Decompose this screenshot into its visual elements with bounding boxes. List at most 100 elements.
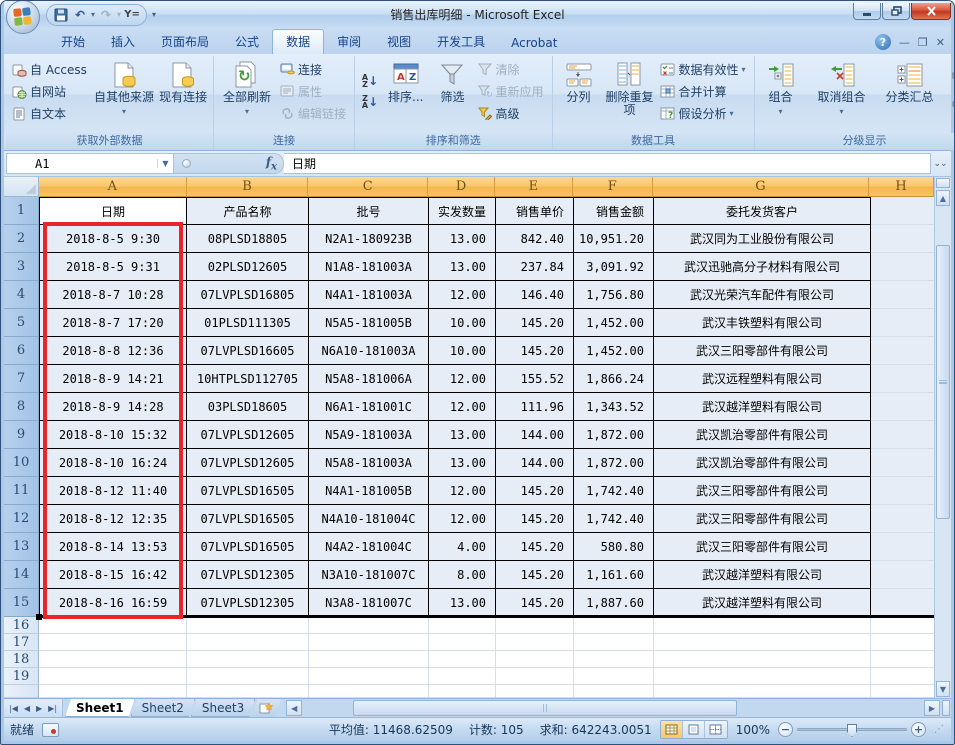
cell-C15[interactable]: N3A8-181007C (309, 589, 429, 617)
cell-A18[interactable] (39, 651, 187, 668)
ribbon-tab-插入[interactable]: 插入 (98, 30, 148, 54)
cell-E19[interactable] (496, 668, 574, 685)
cell-G10[interactable]: 武汉凯治零部件有限公司 (654, 449, 871, 477)
advanced-filter-button[interactable]: 高级 (476, 103, 547, 124)
cell-A2[interactable]: 2018-8-5 9:30 (39, 225, 187, 253)
from-access-button[interactable]: 自 Access (10, 59, 91, 80)
zoom-in-icon[interactable]: + (911, 722, 926, 737)
cell-H10[interactable] (871, 449, 934, 477)
cell-G12[interactable]: 武汉三阳零部件有限公司 (654, 505, 871, 533)
scroll-right-icon[interactable]: ▶ (924, 700, 940, 716)
vertical-scroll-thumb[interactable] (936, 245, 950, 519)
workbook-minimize-icon[interactable]: — (899, 37, 910, 48)
cell-F15[interactable]: 1,887.60 (574, 589, 654, 617)
column-header-H[interactable]: H (869, 177, 934, 197)
cell-H3[interactable] (871, 253, 934, 281)
group-label[interactable]: 数据工具 (553, 133, 754, 150)
cell-D10[interactable]: 13.00 (429, 449, 496, 477)
cell-E18[interactable] (496, 651, 574, 668)
undo-icon[interactable]: ↶ (72, 7, 88, 23)
cell-D3[interactable]: 13.00 (429, 253, 496, 281)
column-header-G[interactable]: G (653, 177, 870, 197)
row-header-3[interactable]: 3 (4, 253, 39, 281)
cell-A1[interactable]: 日期 (39, 197, 187, 225)
formula-bar-expand-icon[interactable]: ⌄⌄ (931, 153, 949, 174)
cell-E10[interactable]: 144.00 (496, 449, 574, 477)
subtotal-button[interactable]: 分类汇总 (881, 59, 939, 129)
reapply-button[interactable]: ↻ 重新应用 (476, 81, 547, 102)
cell-H8[interactable] (871, 393, 934, 421)
cell-D[interactable] (429, 685, 496, 698)
cell-C14[interactable]: N3A10-181007C (309, 561, 429, 589)
row-header-2[interactable]: 2 (4, 225, 39, 253)
name-box[interactable]: A1 ▼ (6, 153, 174, 174)
column-header-F[interactable]: F (573, 177, 653, 197)
last-sheet-icon[interactable]: ▶| (46, 704, 59, 713)
row-header-5[interactable]: 5 (4, 309, 39, 337)
scrollbar-split-handle[interactable] (936, 178, 950, 188)
cell-H5[interactable] (871, 309, 934, 337)
cell-C6[interactable]: N6A10-181003A (309, 337, 429, 365)
row-header-8[interactable]: 8 (4, 393, 39, 421)
cell-E11[interactable]: 145.20 (496, 477, 574, 505)
zoom-out-icon[interactable]: − (778, 722, 793, 737)
cell-E3[interactable]: 237.84 (496, 253, 574, 281)
cell-G1[interactable]: 委托发货客户 (654, 197, 871, 225)
cell-H19[interactable] (871, 668, 934, 685)
cell-A7[interactable]: 2018-8-9 14:21 (39, 365, 187, 393)
cell-F1[interactable]: 销售金额 (574, 197, 654, 225)
cell-A4[interactable]: 2018-8-7 10:28 (39, 281, 187, 309)
column-header-B[interactable]: B (187, 177, 309, 197)
what-if-analysis-button[interactable]: ? 假设分析▾ (658, 103, 749, 124)
cell-F13[interactable]: 580.80 (574, 533, 654, 561)
cell-E13[interactable]: 145.20 (496, 533, 574, 561)
row-header-10[interactable]: 10 (4, 449, 39, 477)
cell-H4[interactable] (871, 281, 934, 309)
cell-F3[interactable]: 3,091.92 (574, 253, 654, 281)
cell-G18[interactable] (654, 651, 871, 668)
workbook-restore-icon[interactable]: ❐ (918, 37, 928, 48)
cell-G13[interactable]: 武汉三阳零部件有限公司 (654, 533, 871, 561)
minimize-button[interactable] (853, 3, 881, 20)
text-to-columns-button[interactable]: 分列 (557, 59, 601, 129)
cell-C8[interactable]: N6A1-181001C (309, 393, 429, 421)
cell-F14[interactable]: 1,161.60 (574, 561, 654, 589)
cell-F18[interactable] (574, 651, 654, 668)
sheet-tab-Sheet3[interactable]: Sheet3 (191, 699, 255, 717)
cell-G16[interactable] (654, 617, 871, 634)
ungroup-button[interactable]: 取消组合 ▾ (813, 59, 871, 129)
cell-F7[interactable]: 1,866.24 (574, 365, 654, 393)
horizontal-scroll-thumb[interactable] (353, 700, 737, 716)
cell-E14[interactable]: 145.20 (496, 561, 574, 589)
ribbon-tab-视图[interactable]: 视图 (374, 30, 424, 54)
cell-F2[interactable]: 10,951.20 (574, 225, 654, 253)
normal-view-icon[interactable] (661, 721, 683, 738)
select-all-corner[interactable] (4, 177, 39, 197)
filter-quick-icon[interactable]: Y= (124, 7, 140, 23)
cell-C12[interactable]: N4A10-181004C (309, 505, 429, 533)
row-header-6[interactable]: 6 (4, 337, 39, 365)
row-header-19[interactable]: 19 (4, 668, 39, 685)
cell-C2[interactable]: N2A1-180923B (309, 225, 429, 253)
cell-H1[interactable] (871, 197, 934, 225)
cell-E7[interactable]: 155.52 (496, 365, 574, 393)
cell-H11[interactable] (871, 477, 934, 505)
close-button[interactable] (911, 3, 951, 20)
column-header-E[interactable]: E (495, 177, 573, 197)
cell-D16[interactable] (429, 617, 496, 634)
cell-G8[interactable]: 武汉越洋塑料有限公司 (654, 393, 871, 421)
cell-F12[interactable]: 1,742.40 (574, 505, 654, 533)
remove-duplicates-button[interactable]: 删除重复项 (603, 59, 657, 129)
cell-B16[interactable] (187, 617, 309, 634)
cell-E1[interactable]: 销售单价 (496, 197, 574, 225)
cell-D17[interactable] (429, 634, 496, 651)
row-header-13[interactable]: 13 (4, 533, 39, 561)
cell-D14[interactable]: 8.00 (429, 561, 496, 589)
group-button[interactable]: 组合 ▾ (759, 59, 803, 129)
cell-B11[interactable]: 07LVPLSD16505 (187, 477, 309, 505)
prev-sheet-icon[interactable]: ◀ (22, 704, 32, 713)
cell-H15[interactable] (871, 589, 934, 617)
refresh-all-button[interactable]: ↻ 全部刷新 ▾ (218, 59, 276, 129)
cell-G5[interactable]: 武汉丰铁塑料有限公司 (654, 309, 871, 337)
cell-H16[interactable] (871, 617, 934, 634)
